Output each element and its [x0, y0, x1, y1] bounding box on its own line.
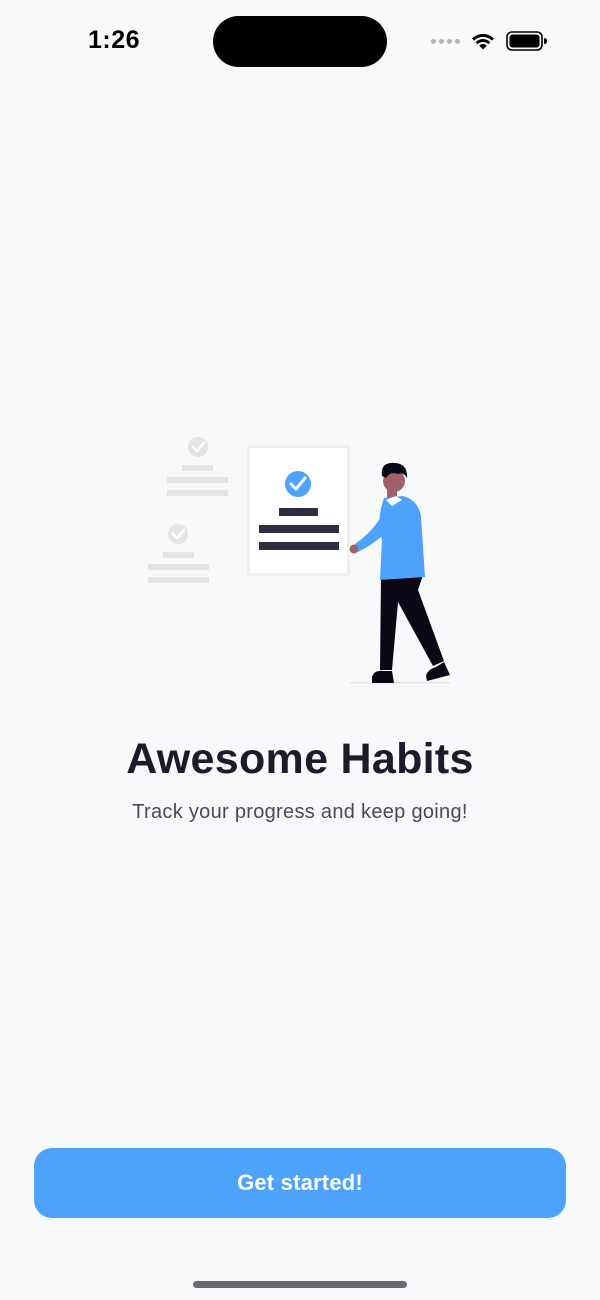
page-title: Awesome Habits	[126, 735, 474, 783]
onboarding-screen: 1:26 Awesome Habits Track your progress …	[0, 0, 600, 1300]
page-subtitle: Track your progress and keep going!	[132, 801, 468, 823]
status-icons	[431, 29, 548, 53]
dynamic-island	[213, 16, 387, 67]
wifi-icon	[472, 33, 494, 50]
get-started-button[interactable]: Get started!	[34, 1148, 566, 1218]
person-figure	[349, 462, 450, 683]
checklist-card	[247, 445, 350, 576]
onboarding-illustration	[148, 437, 450, 684]
faded-checklist-item-1	[167, 437, 228, 496]
faded-checklist-item-2	[148, 524, 209, 583]
status-bar: 1:26	[0, 0, 600, 80]
home-indicator[interactable]	[193, 1281, 407, 1288]
status-time: 1:26	[88, 26, 141, 54]
battery-icon	[506, 31, 547, 51]
cellular-signal-icon	[431, 38, 460, 44]
